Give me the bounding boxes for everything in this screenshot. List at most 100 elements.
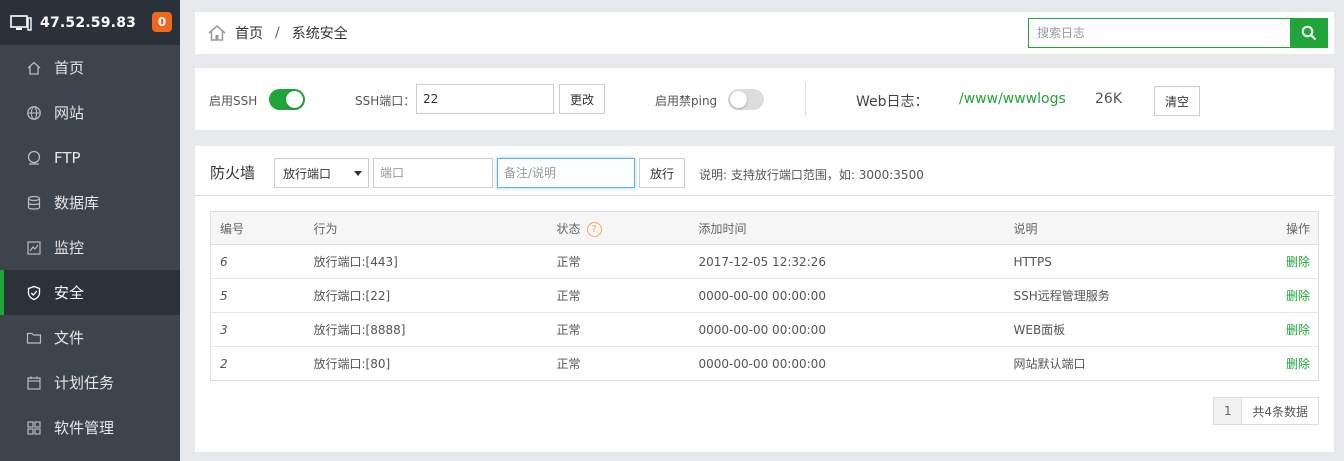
column-header-status-label: 状态: [556, 221, 581, 236]
row-time: 0000-00-00 00:00:00: [698, 356, 826, 371]
firewall-hint: 说明: 支持放行端口范围，如: 3000:3500: [699, 168, 924, 182]
ssh-toggle-label: 启用SSH: [209, 94, 258, 108]
sidebar-item-database[interactable]: 数据库: [0, 180, 180, 225]
firewall-panel: 防火墙 放行端口 放行 说明: 支持放行端口范围，如: 3000:3500 编号…: [195, 146, 1334, 452]
row-id: 6: [210, 244, 314, 279]
row-status: 正常: [556, 278, 699, 313]
clear-log-button[interactable]: 清空: [1154, 86, 1200, 116]
column-header-status: 状态?: [556, 211, 699, 245]
firewall-toolbar: 防火墙 放行端口 放行 说明: 支持放行端口范围，如: 3000:3500: [195, 146, 1334, 196]
firewall-rules-table: 编号 行为 状态? 添加时间 说明 操作 6 放行端口:[443] 正常 201…: [210, 211, 1319, 381]
column-header-note: 说明: [1013, 211, 1244, 245]
divider: [805, 82, 806, 116]
row-action: 放行端口:[443]: [313, 244, 557, 279]
sidebar-item-software[interactable]: 软件管理: [0, 405, 180, 450]
row-id: 5: [210, 278, 314, 313]
table-row: 5 放行端口:[22] 正常 0000-00-00 00:00:00 SSH远程…: [210, 278, 1319, 313]
ssh-toggle[interactable]: [269, 89, 305, 110]
weblog-path-link[interactable]: /www/wwwlogs: [959, 91, 1066, 107]
row-time: 0000-00-00 00:00:00: [698, 312, 1014, 347]
notification-badge[interactable]: 0: [152, 12, 172, 32]
log-search: [1028, 18, 1328, 48]
toggle-knob: [730, 91, 747, 108]
sidebar-item-label: 首页: [54, 59, 85, 77]
delete-link[interactable]: 删除: [1286, 255, 1310, 269]
row-note: 网站默认端口: [1013, 357, 1086, 371]
change-port-button[interactable]: 更改: [559, 84, 605, 114]
sidebar-item-label: 文件: [54, 329, 85, 347]
weblog-label: Web日志：: [856, 94, 929, 110]
action-select-value: 放行端口: [283, 166, 332, 181]
chevron-down-icon: [354, 171, 362, 176]
home-icon[interactable]: [207, 23, 227, 43]
row-note: HTTPS: [1013, 244, 1244, 279]
note-input[interactable]: [497, 158, 635, 188]
server-ip: 47.52.59.83: [40, 14, 137, 31]
row-status: 正常: [556, 244, 699, 279]
row-id: 2: [220, 356, 228, 371]
sidebar-item-files[interactable]: 文件: [0, 315, 180, 360]
database-icon: [26, 195, 42, 211]
toggle-knob: [286, 91, 303, 108]
firewall-title: 防火墙: [210, 164, 256, 182]
allow-port-button[interactable]: 放行: [639, 158, 685, 188]
action-select[interactable]: 放行端口: [274, 158, 369, 188]
folder-icon: [26, 330, 42, 346]
breadcrumb-home[interactable]: 首页: [235, 23, 263, 43]
row-status: 正常: [556, 312, 699, 347]
breadcrumb-bar: 首页 / 系统安全: [195, 12, 1334, 54]
sidebar-item-security[interactable]: 安全: [0, 270, 180, 315]
breadcrumb-separator: /: [275, 25, 280, 41]
search-button[interactable]: [1290, 18, 1328, 48]
row-time: 0000-00-00 00:00:00: [698, 278, 1014, 313]
ssh-port-label: SSH端口：: [355, 94, 416, 108]
row-op-cell: 删除: [1243, 312, 1319, 347]
row-note: WEB面板: [1013, 312, 1244, 347]
row-time: 2017-12-05 12:32:26: [698, 244, 1014, 279]
delete-link[interactable]: 删除: [1286, 323, 1310, 337]
home-icon: [26, 60, 42, 76]
row-status: 正常: [556, 357, 581, 371]
delete-link[interactable]: 删除: [1286, 289, 1310, 303]
search-icon: [1301, 25, 1317, 41]
row-action: 放行端口:[8888]: [313, 312, 557, 347]
sidebar-item-cron[interactable]: 计划任务: [0, 360, 180, 405]
sidebar-item-label: 数据库: [54, 194, 100, 212]
sidebar-item-label: 网站: [54, 104, 85, 122]
port-input[interactable]: [373, 158, 493, 188]
ping-toggle-label: 启用禁ping: [655, 94, 718, 108]
total-count: 共4条数据: [1252, 404, 1308, 419]
table-header-row: 编号 行为 状态? 添加时间 说明 操作: [210, 211, 1319, 245]
column-header-time: 添加时间: [698, 211, 1014, 245]
sidebar-item-monitor[interactable]: 监控: [0, 225, 180, 270]
search-input[interactable]: [1028, 18, 1290, 48]
weblog-size: 26K: [1095, 91, 1122, 107]
row-action: 放行端口:[80]: [313, 357, 391, 371]
page-number-button[interactable]: 1: [1214, 398, 1243, 424]
table-row: 2 放行端口:[80] 正常 0000-00-00 00:00:00 网站默认端…: [211, 347, 1319, 381]
column-header-action: 行为: [313, 211, 557, 245]
sidebar-item-website[interactable]: 网站: [0, 90, 180, 135]
column-header-operation: 操作: [1243, 211, 1319, 245]
row-op-cell: 删除: [1243, 244, 1319, 279]
table-row: 6 放行端口:[443] 正常 2017-12-05 12:32:26 HTTP…: [210, 244, 1319, 279]
globe-icon: [26, 105, 42, 121]
ssh-port-input[interactable]: [416, 84, 554, 114]
shield-icon: [26, 285, 42, 301]
row-op-cell: 删除: [1243, 278, 1319, 313]
row-action: 放行端口:[22]: [313, 278, 557, 313]
help-icon[interactable]: ?: [586, 221, 602, 237]
ping-toggle[interactable]: [728, 89, 764, 110]
sidebar-item-label: 软件管理: [54, 419, 115, 437]
column-header-id: 编号: [210, 211, 314, 245]
grid-icon: [26, 420, 42, 436]
ftp-icon: [26, 150, 42, 166]
sidebar-item-label: 监控: [54, 239, 85, 257]
row-id: 3: [210, 312, 314, 347]
table-row: 3 放行端口:[8888] 正常 0000-00-00 00:00:00 WEB…: [210, 312, 1319, 347]
delete-link[interactable]: 删除: [1286, 357, 1310, 371]
sidebar-item-home[interactable]: 首页: [0, 45, 180, 90]
sidebar-item-label: 计划任务: [54, 374, 115, 392]
monitor-chart-icon: [26, 240, 42, 256]
sidebar-item-ftp[interactable]: FTP: [0, 135, 180, 180]
